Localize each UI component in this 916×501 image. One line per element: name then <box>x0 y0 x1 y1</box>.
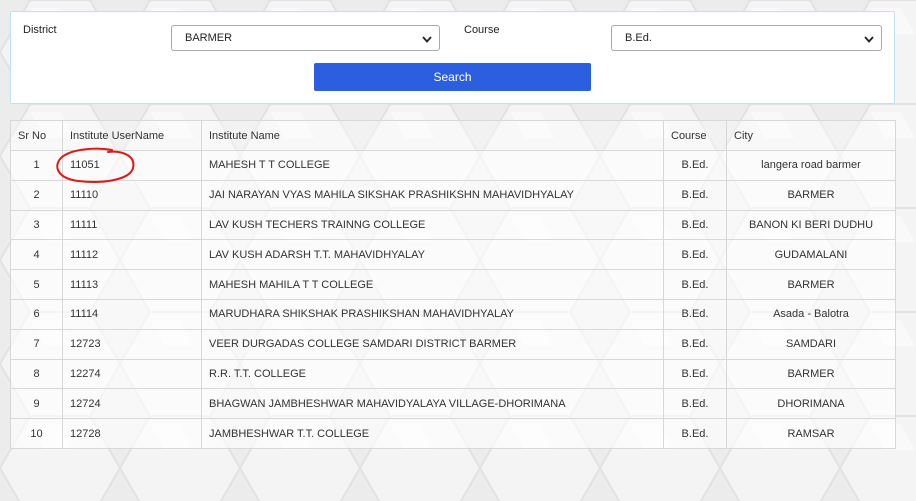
cell-course: B.Ed. <box>663 150 727 181</box>
cell-sr-no: 9 <box>10 388 63 420</box>
cell-username: 11110 <box>62 179 202 211</box>
cell-city: BANON KI BERI DUDHU <box>726 209 896 241</box>
chevron-down-icon <box>864 36 874 43</box>
cell-username: 11114 <box>62 298 202 330</box>
table-row: 9 12724 BHAGWAN JAMBHESHWAR MAHAVIDYALAY… <box>10 388 896 420</box>
cell-course: B.Ed. <box>663 358 727 390</box>
table-row: 6 11114 MARUDHARA SHIKSHAK PRASHIKSHAN M… <box>10 298 896 330</box>
cell-city: RAMSAR <box>726 418 896 449</box>
table-row: 5 11113 MAHESH MAHILA T T COLLEGE B.Ed. … <box>10 269 896 300</box>
table-row: 2 11110 JAI NARAYAN VYAS MAHILA SIKSHAK … <box>10 179 896 211</box>
cell-institute-name: MAHESH MAHILA T T COLLEGE <box>201 269 664 300</box>
cell-city: BARMER <box>726 179 896 211</box>
table-row: 3 11111 LAV KUSH TECHERS TRAINNG COLLEGE… <box>10 209 896 241</box>
cell-sr-no: 7 <box>10 328 63 360</box>
cell-institute-name: LAV KUSH ADARSH T.T. MAHAVIDHYALAY <box>201 239 664 271</box>
course-label: Course <box>464 24 500 36</box>
cell-username: 11051 <box>62 150 202 181</box>
cell-course: B.Ed. <box>663 418 727 449</box>
cell-course: B.Ed. <box>663 179 727 211</box>
cell-username: 11111 <box>62 209 202 241</box>
chevron-down-icon <box>422 36 432 43</box>
header-course: Course <box>663 120 727 151</box>
institutes-table: Sr No Institute UserName Institute Name … <box>10 120 896 449</box>
search-button[interactable]: Search <box>314 63 591 91</box>
cell-course: B.Ed. <box>663 209 727 241</box>
cell-username: 12274 <box>62 358 202 390</box>
cell-course: B.Ed. <box>663 328 727 360</box>
cell-username: 12723 <box>62 328 202 360</box>
district-select-value: BARMER <box>185 32 233 44</box>
cell-sr-no: 2 <box>10 179 63 211</box>
cell-sr-no: 10 <box>10 418 63 449</box>
cell-city: GUDAMALANI <box>726 239 896 271</box>
cell-institute-name: JAI NARAYAN VYAS MAHILA SIKSHAK PRASHIKS… <box>201 179 664 211</box>
table-row: 8 12274 R.R. T.T. COLLEGE B.Ed. BARMER <box>10 358 896 390</box>
cell-sr-no: 1 <box>10 150 63 181</box>
cell-city: DHORIMANA <box>726 388 896 420</box>
cell-city: Asada - Balotra <box>726 298 896 330</box>
cell-username: 12724 <box>62 388 202 420</box>
cell-city: BARMER <box>726 358 896 390</box>
cell-city: langera road barmer <box>726 150 896 181</box>
header-city: City <box>726 120 896 151</box>
filter-panel: District BARMER Course B.Ed. Search <box>10 11 895 104</box>
cell-institute-name: VEER DURGADAS COLLEGE SAMDARI DISTRICT B… <box>201 328 664 360</box>
cell-sr-no: 4 <box>10 239 63 271</box>
cell-username: 12728 <box>62 418 202 449</box>
header-institute-name: Institute Name <box>201 120 664 151</box>
cell-sr-no: 8 <box>10 358 63 390</box>
cell-username: 11113 <box>62 269 202 300</box>
cell-institute-name: MAHESH T T COLLEGE <box>201 150 664 181</box>
table-row: 10 12728 JAMBHESHWAR T.T. COLLEGE B.Ed. … <box>10 418 896 449</box>
district-select[interactable]: BARMER <box>171 25 440 51</box>
header-username: Institute UserName <box>62 120 202 151</box>
course-select[interactable]: B.Ed. <box>611 25 882 51</box>
cell-institute-name: LAV KUSH TECHERS TRAINNG COLLEGE <box>201 209 664 241</box>
cell-course: B.Ed. <box>663 388 727 420</box>
cell-course: B.Ed. <box>663 239 727 271</box>
cell-institute-name: BHAGWAN JAMBHESHWAR MAHAVIDYALAYA VILLAG… <box>201 388 664 420</box>
district-label: District <box>23 24 57 36</box>
cell-city: SAMDARI <box>726 328 896 360</box>
cell-sr-no: 5 <box>10 269 63 300</box>
table-row: 7 12723 VEER DURGADAS COLLEGE SAMDARI DI… <box>10 328 896 360</box>
cell-course: B.Ed. <box>663 269 727 300</box>
cell-institute-name: MARUDHARA SHIKSHAK PRASHIKSHAN MAHAVIDHY… <box>201 298 664 330</box>
course-select-value: B.Ed. <box>625 32 652 44</box>
cell-sr-no: 3 <box>10 209 63 241</box>
table-row: 1 11051 MAHESH T T COLLEGE B.Ed. langera… <box>10 150 896 181</box>
cell-course: B.Ed. <box>663 298 727 330</box>
cell-institute-name: JAMBHESHWAR T.T. COLLEGE <box>201 418 664 449</box>
header-sr-no: Sr No <box>10 120 63 151</box>
cell-username: 11112 <box>62 239 202 271</box>
cell-institute-name: R.R. T.T. COLLEGE <box>201 358 664 390</box>
table-row: 4 11112 LAV KUSH ADARSH T.T. MAHAVIDHYAL… <box>10 239 896 271</box>
cell-city: BARMER <box>726 269 896 300</box>
table-header-row: Sr No Institute UserName Institute Name … <box>10 120 896 151</box>
cell-sr-no: 6 <box>10 298 63 330</box>
